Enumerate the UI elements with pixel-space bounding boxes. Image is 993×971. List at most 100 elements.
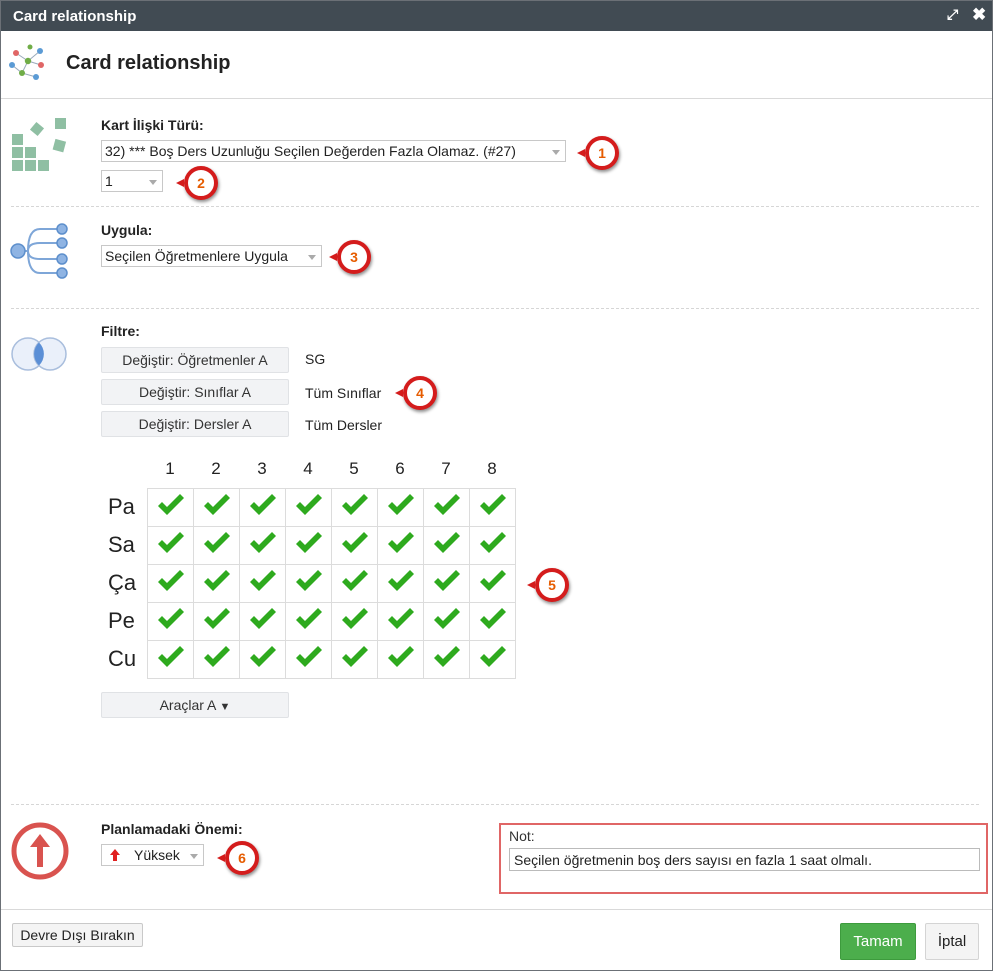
checkmark-icon <box>433 608 460 629</box>
grid-cell[interactable] <box>239 602 286 641</box>
checkmark-icon <box>249 532 276 553</box>
grid-cell[interactable] <box>285 564 332 603</box>
caret-down-icon: ▼ <box>219 701 231 713</box>
apply-select[interactable]: Seçilen Öğretmenlere Uygula <box>101 245 322 267</box>
grid-row-header[interactable]: Sa <box>108 532 135 558</box>
disable-button[interactable]: Devre Dışı Bırakın <box>12 923 143 947</box>
grid-column-header[interactable]: 5 <box>331 459 377 479</box>
grid-cell[interactable] <box>239 526 286 565</box>
grid-cell[interactable] <box>377 602 424 641</box>
arrow-up-circle-icon <box>11 822 69 880</box>
grid-cell[interactable] <box>147 564 194 603</box>
window-titlebar[interactable]: Card relationship ⤢ ✖ <box>1 1 992 31</box>
footer-divider <box>1 909 992 910</box>
dialog-header-title: Card relationship <box>66 52 231 74</box>
change-teachers-button[interactable]: Değiştir: Öğretmenler A <box>101 347 289 373</box>
ok-button[interactable]: Tamam <box>840 923 916 960</box>
venn-diagram-icon <box>11 337 67 371</box>
grid-cell[interactable] <box>423 564 470 603</box>
grid-cell[interactable] <box>377 488 424 527</box>
grid-cell[interactable] <box>377 526 424 565</box>
grid-cell[interactable] <box>147 640 194 679</box>
checkmark-icon <box>203 570 230 591</box>
checkmark-icon <box>203 494 230 515</box>
grid-column-header[interactable]: 3 <box>239 459 285 479</box>
grid-cell[interactable] <box>239 564 286 603</box>
grid-cell[interactable] <box>469 564 516 603</box>
grid-cell[interactable] <box>469 488 516 527</box>
checkmark-icon <box>479 608 506 629</box>
section-divider <box>11 308 979 309</box>
grid-row-header[interactable]: Pe <box>108 608 135 634</box>
grid-column-header[interactable]: 6 <box>377 459 423 479</box>
change-classes-button[interactable]: Değiştir: Sınıflar A <box>101 379 289 405</box>
checkmark-icon <box>433 532 460 553</box>
tools-button[interactable]: Araçlar A ▼ <box>101 692 289 718</box>
relation-value-select[interactable]: 1 <box>101 170 163 192</box>
checkmark-icon <box>295 570 322 591</box>
grid-cell[interactable] <box>331 564 378 603</box>
grid-cell[interactable] <box>239 640 286 679</box>
grid-cell[interactable] <box>285 488 332 527</box>
close-icon[interactable]: ✖ <box>972 5 986 25</box>
grid-cell[interactable] <box>469 640 516 679</box>
grid-row <box>147 602 516 641</box>
grid-row <box>147 488 516 527</box>
grid-cell[interactable] <box>469 526 516 565</box>
time-grid <box>147 488 516 679</box>
grid-cell[interactable] <box>377 640 424 679</box>
callout-badge-4: 4 <box>395 376 437 410</box>
grid-cell[interactable] <box>423 640 470 679</box>
checkmark-icon <box>433 494 460 515</box>
grid-cell[interactable] <box>193 526 240 565</box>
grid-column-header[interactable]: 7 <box>423 459 469 479</box>
importance-select[interactable]: Yüksek <box>101 844 204 866</box>
grid-cell[interactable] <box>377 564 424 603</box>
grid-column-header[interactable]: 8 <box>469 459 515 479</box>
grid-cell[interactable] <box>193 564 240 603</box>
grid-cell[interactable] <box>423 602 470 641</box>
cancel-button[interactable]: İptal <box>925 923 979 960</box>
grid-row-header[interactable]: Pa <box>108 494 135 520</box>
grid-cell[interactable] <box>193 602 240 641</box>
change-subjects-button[interactable]: Değiştir: Dersler A <box>101 411 289 437</box>
checkmark-icon <box>157 570 184 591</box>
checkmark-icon <box>295 646 322 667</box>
grid-column-header[interactable]: 2 <box>193 459 239 479</box>
note-input[interactable]: Seçilen öğretmenin boş ders sayısı en fa… <box>509 848 980 871</box>
checkmark-icon <box>387 608 414 629</box>
relation-type-select[interactable]: 32) *** Boş Ders Uzunluğu Seçilen Değerd… <box>101 140 566 162</box>
checkmark-icon <box>157 494 184 515</box>
expand-icon[interactable]: ⤢ <box>947 6 958 23</box>
grid-cell[interactable] <box>285 526 332 565</box>
grid-cell[interactable] <box>423 526 470 565</box>
grid-cell[interactable] <box>147 526 194 565</box>
tools-button-label: Araçlar A <box>159 697 216 713</box>
checkmark-icon <box>295 494 322 515</box>
grid-cell[interactable] <box>423 488 470 527</box>
checkmark-icon <box>387 570 414 591</box>
grid-cell[interactable] <box>193 488 240 527</box>
grid-cell[interactable] <box>469 602 516 641</box>
grid-cell[interactable] <box>331 526 378 565</box>
grid-column-header[interactable]: 1 <box>147 459 193 479</box>
grid-cell[interactable] <box>331 488 378 527</box>
grid-cell[interactable] <box>331 640 378 679</box>
checkmark-icon <box>341 646 368 667</box>
checkmark-icon <box>433 646 460 667</box>
grid-cell[interactable] <box>239 488 286 527</box>
teachers-filter-value: SG <box>305 351 326 367</box>
grid-cell[interactable] <box>285 640 332 679</box>
grid-cell[interactable] <box>147 488 194 527</box>
chevron-down-icon <box>149 180 157 185</box>
grid-cell[interactable] <box>147 602 194 641</box>
grid-cell[interactable] <box>285 602 332 641</box>
chevron-down-icon <box>308 255 316 260</box>
checkmark-icon <box>157 608 184 629</box>
grid-cell[interactable] <box>331 602 378 641</box>
grid-column-header[interactable]: 4 <box>285 459 331 479</box>
grid-row-header[interactable]: Ça <box>108 570 136 596</box>
checkmark-icon <box>249 608 276 629</box>
grid-cell[interactable] <box>193 640 240 679</box>
grid-row-header[interactable]: Cu <box>108 646 136 672</box>
